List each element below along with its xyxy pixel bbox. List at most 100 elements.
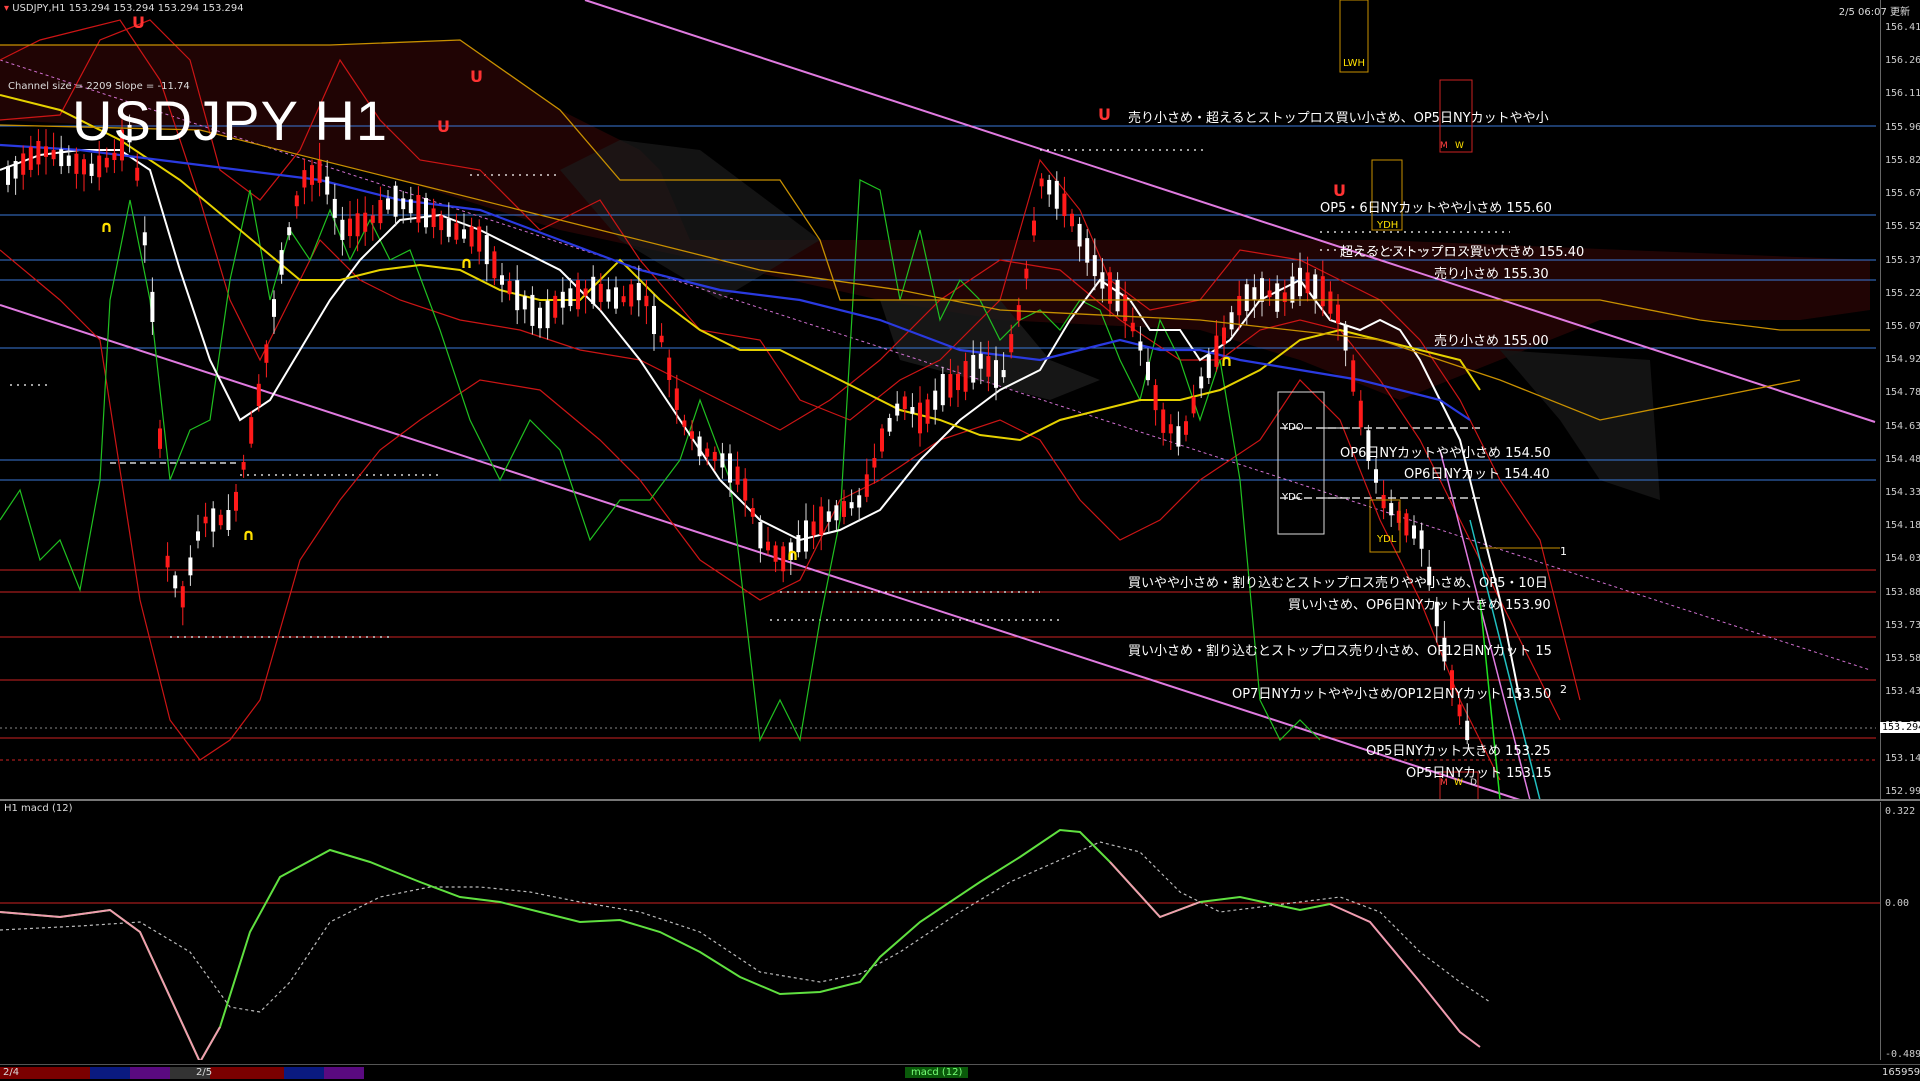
- candle-body: [515, 280, 520, 311]
- candle-body: [857, 495, 862, 508]
- price-axis-label: 153.140: [1885, 752, 1920, 764]
- update-timestamp: 2/5 06:07 更新: [1838, 7, 1910, 18]
- candle-body: [112, 152, 117, 161]
- candle-body: [241, 462, 246, 470]
- price-axis-label: 155.670: [1885, 188, 1920, 200]
- candle-body: [310, 165, 314, 185]
- candle-body: [963, 361, 968, 392]
- w-label-top: W: [1455, 141, 1464, 151]
- price-axis-label: 154.480: [1885, 453, 1920, 465]
- candle-body: [1313, 274, 1318, 299]
- candle-body: [1176, 426, 1181, 447]
- indicator-tab[interactable]: macd (12): [905, 1067, 969, 1078]
- candle-body: [1070, 213, 1074, 227]
- candle-body: [1381, 494, 1386, 509]
- svg-text:∩: ∩: [100, 217, 113, 236]
- candle-body: [1358, 400, 1363, 428]
- candle-body: [317, 159, 322, 183]
- candle-body: [1168, 424, 1173, 434]
- candle-body: [446, 218, 451, 237]
- candle-body: [21, 153, 26, 175]
- candle-body: [484, 235, 489, 265]
- price-axis-label: 154.035: [1885, 553, 1920, 565]
- candle-body: [1267, 290, 1272, 298]
- ydl-label: YDL: [1377, 534, 1397, 545]
- candle-body: [36, 140, 41, 165]
- candle-body: [188, 557, 193, 576]
- candle-body: [1047, 179, 1052, 195]
- candle-body: [1412, 525, 1416, 539]
- candle-body: [340, 219, 345, 240]
- candle-body: [1374, 469, 1378, 483]
- candle-body: [940, 374, 945, 406]
- candle-body: [674, 388, 679, 410]
- candle-body: [880, 428, 884, 452]
- pane-separator[interactable]: [0, 799, 1920, 801]
- candle-body: [1123, 294, 1128, 322]
- current-price-tag: 153.294: [1880, 722, 1920, 733]
- session-bar-3: [130, 1067, 170, 1079]
- svg-text:∩: ∩: [460, 253, 473, 272]
- candle-body: [1062, 193, 1067, 217]
- dropdown-icon[interactable]: ▾: [4, 3, 9, 14]
- candle-body: [408, 199, 413, 214]
- candle-body: [51, 150, 56, 160]
- chart-title: USDJPY H1: [72, 89, 389, 152]
- candle-body: [378, 200, 383, 224]
- price-axis-label: 154.925: [1885, 354, 1920, 366]
- price-axis-label: 156.415: [1885, 22, 1920, 33]
- candle-body: [1016, 305, 1021, 321]
- price-axis-label: 156.265: [1885, 55, 1920, 67]
- candle-body: [150, 291, 155, 322]
- fib-label-2: 2: [1560, 683, 1567, 696]
- macd-chart[interactable]: [0, 802, 1880, 1060]
- annotation-2: OP5・6日NYカットやや小さめ 155.60: [1320, 201, 1552, 216]
- candle-body: [750, 508, 755, 517]
- candle-body: [6, 166, 10, 185]
- candle-body: [773, 545, 778, 562]
- bottom-bar: 2/4 2/5 macd (12) 165959: [0, 1064, 1920, 1081]
- candle-body: [59, 149, 64, 167]
- candle-body: [279, 250, 284, 275]
- candle-body: [652, 305, 656, 335]
- candle-body: [614, 287, 618, 309]
- candle-body: [690, 431, 694, 439]
- annotation-12: OP5日NYカット大きめ 153.25: [1366, 744, 1551, 759]
- m-label-top: M: [1440, 141, 1448, 151]
- annotation-11: OP7日NYカットやや小さめ/OP12日NYカット 153.50: [1232, 687, 1552, 702]
- candle-body: [1252, 287, 1257, 301]
- candle-body: [97, 155, 102, 178]
- candle-body: [659, 335, 664, 343]
- candle-body: [872, 458, 877, 468]
- candle-body: [583, 288, 588, 296]
- candle-body: [302, 170, 307, 188]
- candle-body: [956, 373, 960, 391]
- candle-body: [439, 215, 444, 231]
- candle-body: [918, 402, 922, 434]
- price-axis-label: 155.225: [1885, 287, 1920, 299]
- candle-body: [545, 300, 550, 329]
- candle-body: [469, 226, 474, 247]
- candle-body: [401, 198, 406, 210]
- annotation-9: 買い小さめ、OP6日NYカット大きめ 153.90: [1288, 598, 1551, 613]
- price-axis-label: 153.435: [1885, 686, 1920, 698]
- candle-body: [1222, 327, 1226, 345]
- candle-body: [332, 198, 337, 218]
- candle-body: [728, 453, 732, 483]
- annotation-10: 買い小さめ・割り込むとストップロス売り小さめ、OP12日NYカット 15: [1128, 644, 1552, 659]
- candle-body: [1328, 291, 1333, 314]
- annotation-6: OP6日NYカットやや小さめ 154.50: [1340, 446, 1551, 461]
- candle-body: [910, 407, 915, 414]
- candle-body: [568, 288, 573, 307]
- candle-body: [758, 522, 763, 549]
- annotation-5: 売り小さめ 155.00: [1434, 334, 1549, 349]
- candle-body: [1206, 354, 1211, 378]
- candle-body: [530, 294, 535, 326]
- svg-text:∩: ∩: [242, 525, 255, 544]
- candle-body: [89, 163, 94, 176]
- candle-body: [864, 474, 869, 497]
- price-axis-label: 152.990: [1885, 786, 1920, 797]
- candle-body: [804, 520, 808, 552]
- svg-text:U: U: [1098, 105, 1111, 124]
- price-axis-label: 153.885: [1885, 586, 1920, 598]
